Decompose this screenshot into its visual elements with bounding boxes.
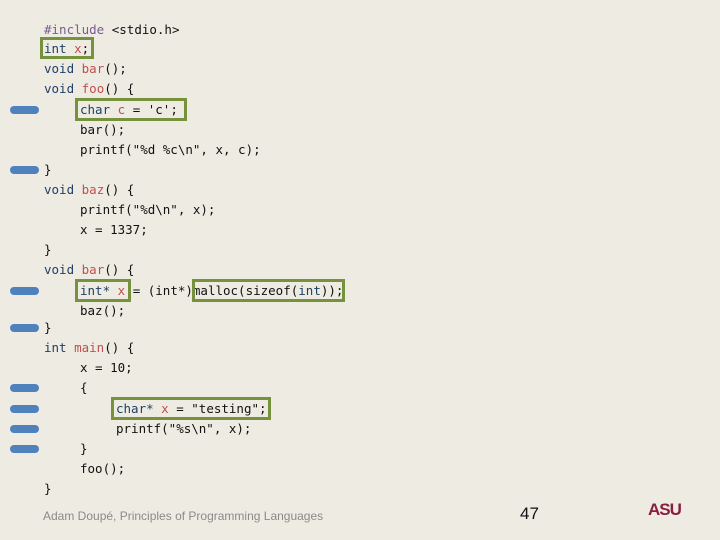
line-marker-icon [10, 287, 39, 295]
code-line: printf("%d\n", x); [80, 202, 215, 218]
code-token: () { [104, 340, 135, 355]
code-line: bar(); [80, 122, 125, 138]
code-token: bar(); [80, 122, 126, 137]
code-token: printf("%s\n", x); [116, 421, 252, 436]
identifier-token: bar [81, 262, 105, 277]
line-marker-icon [10, 106, 39, 114]
highlight-box [192, 279, 345, 302]
line-marker-icon [10, 384, 39, 392]
highlight-box [40, 37, 94, 59]
code-token: () { [104, 81, 135, 96]
code-token: () { [104, 262, 135, 277]
code-token: <stdio.h> [104, 22, 180, 37]
code-line: void foo() { [44, 81, 134, 97]
code-line: } [44, 481, 52, 497]
code-line: x = 1337; [80, 222, 148, 238]
code-token: x = 1337; [80, 222, 148, 237]
code-token: } [44, 481, 52, 496]
code-line: } [44, 242, 52, 258]
code-token: } [80, 441, 88, 456]
line-marker-icon [10, 405, 39, 413]
code-line: baz(); [80, 303, 125, 319]
identifier-token: baz [81, 182, 105, 197]
code-line: foo(); [80, 461, 125, 477]
line-marker-icon [10, 166, 39, 174]
highlight-box [75, 279, 131, 302]
preprocessor-token: #include [44, 22, 105, 37]
code-token: } [44, 162, 52, 177]
code-line: void bar(); [44, 61, 127, 77]
code-token: } [44, 242, 52, 257]
keyword-token: void [44, 182, 75, 197]
code-line: void baz() { [44, 182, 134, 198]
asu-logo-text: ASU [648, 500, 682, 519]
code-line: printf("%d %c\n", x, c); [80, 142, 261, 158]
code-token: printf("%d %c\n", x, c); [80, 142, 261, 157]
asu-logo: ASU [648, 500, 682, 520]
code-token: x = 10; [80, 360, 133, 375]
code-token: baz(); [80, 303, 126, 318]
code-token: printf("%d\n", x); [80, 202, 216, 217]
keyword-token: void [44, 262, 75, 277]
keyword-token: void [44, 81, 75, 96]
code-line: int main() { [44, 340, 134, 356]
identifier-token: foo [81, 81, 105, 96]
identifier-token: bar [81, 61, 105, 76]
keyword-token: int [44, 340, 67, 355]
code-token: (); [104, 61, 127, 76]
code-line: { [80, 380, 88, 396]
line-marker-icon [10, 425, 39, 433]
code-token: foo(); [80, 461, 126, 476]
code-line: void bar() { [44, 262, 134, 278]
highlight-box [75, 98, 187, 121]
footer-author: Adam Doupé, Principles of Programming La… [43, 509, 324, 523]
code-line: } [80, 441, 88, 457]
code-line: printf("%s\n", x); [116, 421, 251, 437]
code-line: } [44, 162, 52, 178]
keyword-token: void [44, 61, 75, 76]
page-number: 47 [520, 504, 539, 523]
code-line: x = 10; [80, 360, 133, 376]
code-token: } [44, 320, 52, 335]
identifier-token: main [74, 340, 105, 355]
code-token: { [80, 380, 88, 395]
code-token: () { [104, 182, 135, 197]
code-line: } [44, 320, 52, 336]
highlight-box [111, 397, 271, 420]
code-line: #include <stdio.h> [44, 22, 179, 38]
line-marker-icon [10, 324, 39, 332]
line-marker-icon [10, 445, 39, 453]
